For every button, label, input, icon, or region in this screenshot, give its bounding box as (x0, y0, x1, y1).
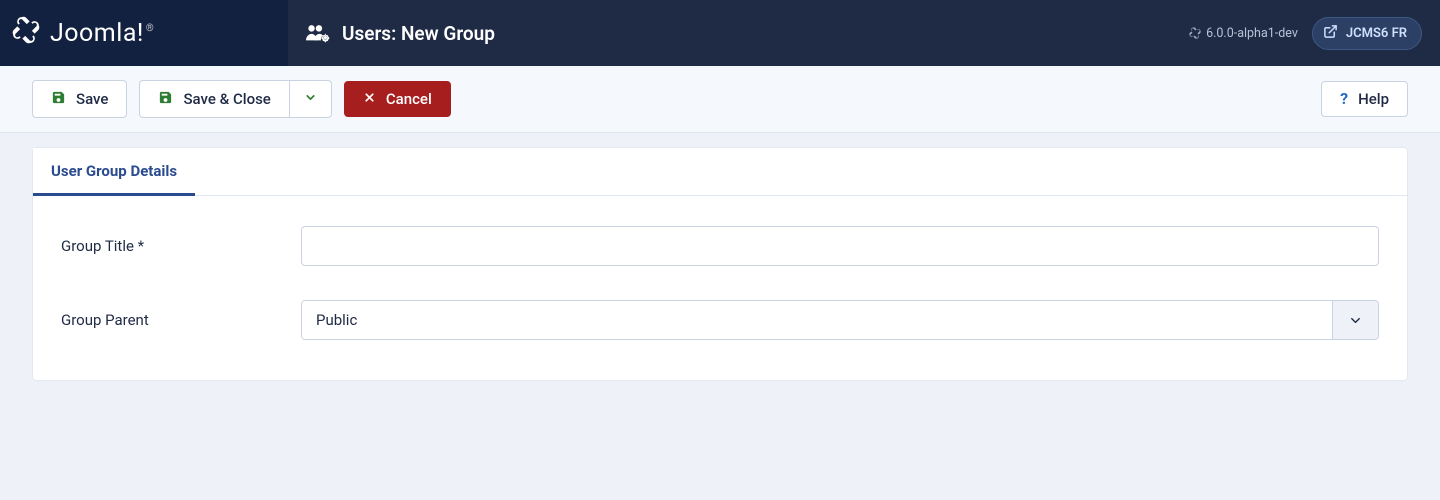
joomla-logo-icon (12, 16, 50, 51)
toolbar: Save Save & Close Cancel ? Help (0, 66, 1440, 133)
save-icon (51, 90, 66, 108)
form-card: User Group Details Group Title * Group P… (32, 147, 1408, 381)
group-parent-selected-value: Public (302, 301, 1332, 339)
site-link-pill[interactable]: JCMS6 FR (1312, 17, 1422, 50)
version-label: 6.0.0-alpha1-dev (1206, 26, 1298, 41)
group-title-label: Group Title * (61, 237, 301, 255)
chevron-down-icon (1332, 301, 1378, 339)
group-parent-select[interactable]: Public (301, 300, 1379, 340)
save-close-group: Save & Close (139, 80, 331, 118)
brand-area[interactable]: Joomla!® (0, 0, 288, 66)
site-pill-label: JCMS6 FR (1346, 26, 1407, 41)
group-title-input[interactable] (301, 226, 1379, 266)
save-close-button[interactable]: Save & Close (139, 80, 289, 118)
chevron-down-icon (304, 91, 317, 107)
external-link-icon (1323, 24, 1338, 43)
save-label: Save (76, 92, 108, 107)
page-title-area: Users: New Group (288, 0, 1171, 66)
users-cog-icon (306, 23, 330, 43)
save-close-dropdown-toggle[interactable] (290, 80, 332, 118)
main-content: User Group Details Group Title * Group P… (0, 133, 1440, 413)
cancel-label: Cancel (386, 92, 432, 107)
cancel-button[interactable]: Cancel (344, 81, 451, 117)
tab-bar: User Group Details (33, 148, 1407, 196)
save-button[interactable]: Save (32, 80, 127, 118)
form-body: Group Title * Group Parent Public (33, 196, 1407, 380)
save-close-label: Save & Close (183, 92, 270, 107)
app-header: Joomla!® Users: New Group 6.0.0-alpha1-d… (0, 0, 1440, 66)
form-row-group-parent: Group Parent Public (61, 300, 1379, 340)
brand-name: Joomla!® (50, 19, 154, 48)
help-icon: ? (1340, 91, 1348, 107)
help-label: Help (1358, 92, 1389, 107)
header-right: 6.0.0-alpha1-dev JCMS6 FR (1171, 0, 1440, 66)
page-title: Users: New Group (342, 22, 495, 45)
tab-user-group-details[interactable]: User Group Details (33, 148, 195, 196)
version-chip[interactable]: 6.0.0-alpha1-dev (1189, 26, 1298, 41)
group-parent-label: Group Parent (61, 311, 301, 329)
save-icon (158, 90, 173, 108)
form-row-group-title: Group Title * (61, 226, 1379, 266)
help-button[interactable]: ? Help (1321, 81, 1408, 117)
close-icon (363, 91, 376, 107)
